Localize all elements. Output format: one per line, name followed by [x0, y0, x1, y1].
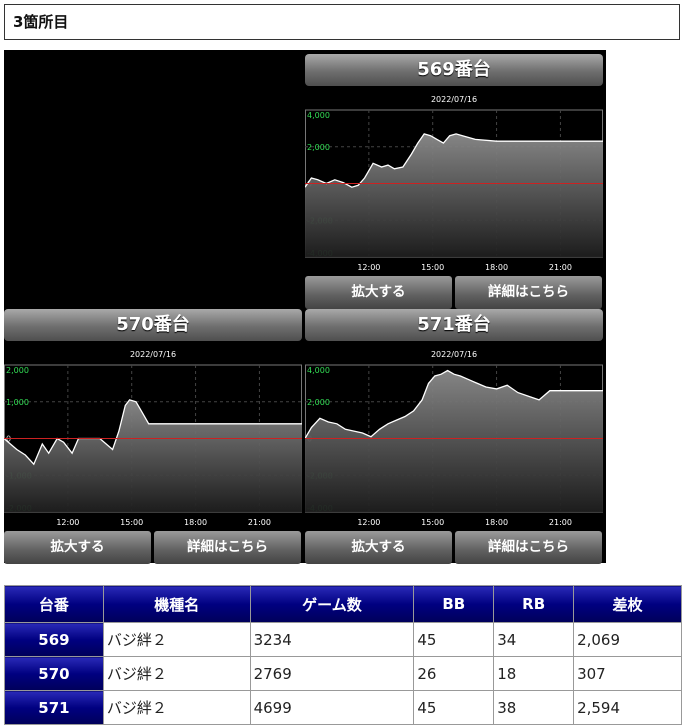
col-header: RB [493, 585, 575, 623]
rb-count: 38 [493, 690, 575, 725]
machine-table: 台番 機種名 ゲーム数 BB RB 差枚 569 バジ絆２ 3234 45 34… [4, 585, 682, 725]
col-header: 機種名 [102, 585, 251, 623]
slump-graph: 2,0001,0000-1,000-2,00012:0015:0018:0021… [4, 364, 302, 527]
panel-571: 571番台 2022/07/16 4,0002,0000-2,000-4,000… [305, 309, 603, 567]
col-header: ゲーム数 [249, 585, 415, 623]
x-tick-label: 12:00 [357, 518, 380, 527]
machine-model: バジ絆２ [102, 622, 251, 657]
y-tick-label: 2,000 [307, 398, 330, 407]
coin-difference: 2,594 [573, 690, 682, 725]
col-header: 差枚 [573, 585, 682, 623]
x-tick-label: 12:00 [56, 518, 79, 527]
panel-title: 571番台 [305, 309, 603, 341]
x-tick-label: 15:00 [421, 263, 444, 272]
x-tick-label: 18:00 [485, 518, 508, 527]
y-tick-label: 1,000 [6, 398, 29, 407]
game-count: 3234 [249, 622, 415, 657]
game-count: 4699 [249, 690, 415, 725]
y-tick-label: 2,000 [6, 366, 29, 375]
x-tick-label: 21:00 [248, 518, 271, 527]
x-tick-label: 21:00 [549, 518, 572, 527]
bb-count: 45 [413, 622, 495, 657]
rb-count: 34 [493, 622, 575, 657]
table-row: 570 バジ絆２ 2769 26 18 307 [4, 656, 682, 691]
section-title: 3箇所目 [4, 4, 680, 40]
table-header-row: 台番 機種名 ゲーム数 BB RB 差枚 [4, 585, 682, 623]
game-count: 2769 [249, 656, 415, 691]
bb-count: 45 [413, 690, 495, 725]
panel-date: 2022/07/16 [430, 95, 478, 104]
panel-title: 570番台 [4, 309, 302, 341]
rb-count: 18 [493, 656, 575, 691]
x-tick-label: 15:00 [421, 518, 444, 527]
table-row: 569 バジ絆２ 3234 45 34 2,069 [4, 622, 682, 657]
slump-graph: 4,0002,0000-2,000-4,00012:0015:0018:0021… [305, 364, 603, 527]
expand-button[interactable]: 拡大する [4, 531, 151, 564]
coin-difference: 307 [573, 656, 682, 691]
slump-graph: 4,0002,0000-2,000-4,00012:0015:0018:0021… [305, 109, 603, 272]
details-button[interactable]: 詳細はこちら [455, 531, 602, 564]
coin-difference: 2,069 [573, 622, 682, 657]
panel-title: 569番台 [305, 54, 603, 86]
machine-model: バジ絆２ [102, 690, 251, 725]
details-button[interactable]: 詳細はこちら [154, 531, 301, 564]
graph-board: 569番台 2022/07/16 4,0002,0000-2,000-4,000… [4, 50, 606, 564]
expand-button[interactable]: 拡大する [305, 276, 452, 309]
expand-button[interactable]: 拡大する [305, 531, 452, 564]
y-tick-label: 4,000 [307, 111, 330, 120]
x-tick-label: 12:00 [357, 263, 380, 272]
x-tick-label: 21:00 [549, 263, 572, 272]
col-header: BB [413, 585, 495, 623]
panel-date: 2022/07/16 [129, 350, 177, 359]
y-tick-label: 4,000 [307, 366, 330, 375]
y-tick-label: 2,000 [307, 143, 330, 152]
machine-model: バジ絆２ [102, 656, 251, 691]
panel-570: 570番台 2022/07/16 2,0001,0000-1,000-2,000… [4, 309, 302, 567]
details-button[interactable]: 詳細はこちら [455, 276, 602, 309]
x-tick-label: 15:00 [120, 518, 143, 527]
table-row: 571 バジ絆２ 4699 45 38 2,594 [4, 690, 682, 725]
panel-date: 2022/07/16 [430, 350, 478, 359]
bb-count: 26 [413, 656, 495, 691]
x-tick-label: 18:00 [485, 263, 508, 272]
col-header: 台番 [4, 585, 104, 623]
machine-number[interactable]: 569 [4, 622, 104, 657]
x-tick-label: 18:00 [184, 518, 207, 527]
panel-569: 569番台 2022/07/16 4,0002,0000-2,000-4,000… [305, 54, 603, 312]
machine-number[interactable]: 571 [4, 690, 104, 725]
machine-number[interactable]: 570 [4, 656, 104, 691]
